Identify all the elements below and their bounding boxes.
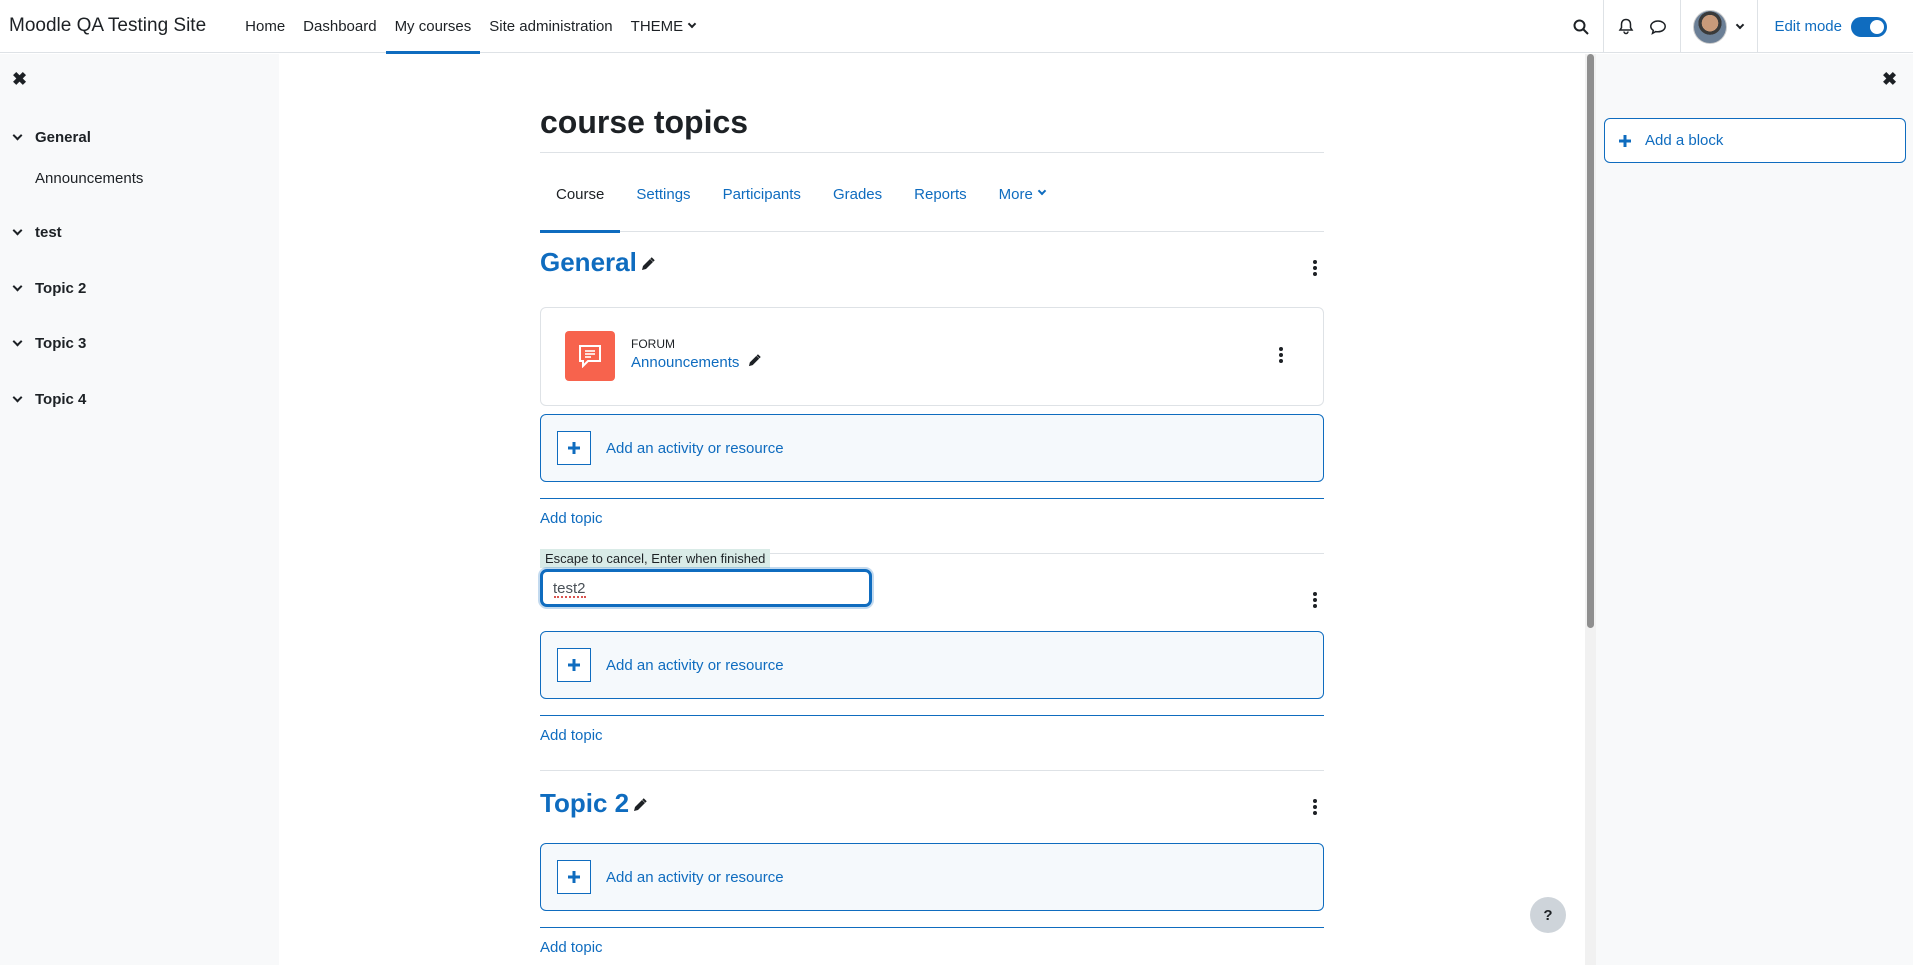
course-index-item-announcements[interactable]: Announcements [35,170,143,187]
divider [540,152,1324,153]
add-activity-button[interactable]: Add an activity or resource [540,843,1324,911]
course-index-section-label: test [35,224,62,241]
nav-my-courses[interactable]: My courses [385,0,481,54]
plus-icon [557,648,591,682]
help-button[interactable]: ? [1530,897,1566,933]
chevron-down-icon[interactable] [12,225,23,236]
tab-participants[interactable]: Participants [707,172,817,232]
section-menu-icon[interactable] [1305,795,1325,819]
block-drawer: ✖ Add a block [1596,54,1913,965]
section-title-general[interactable]: General [540,247,655,278]
add-topic-link[interactable]: Add topic [540,510,603,527]
site-brand[interactable]: Moodle QA Testing Site [9,15,206,37]
section-menu-icon[interactable] [1305,588,1325,612]
course-index-section-topic-2[interactable]: Topic 2 [12,280,87,297]
inplace-edit-hint: Escape to cancel, Enter when finished [540,549,771,568]
activity-type: FORUM [631,337,675,351]
course-index-section-test[interactable]: test [12,224,62,241]
tab-course[interactable]: Course [540,172,621,233]
nav-theme[interactable]: THEME [622,0,705,53]
section-title-text: Topic 2 [540,788,630,818]
plus-icon [557,431,591,465]
tab-settings[interactable]: Settings [620,172,706,232]
main-scrollbar[interactable] [1585,54,1596,965]
chevron-down-icon [687,19,697,29]
close-icon[interactable]: ✖ [12,69,27,90]
pencil-icon[interactable] [641,247,655,278]
edit-mode-switch[interactable]: Edit mode [1774,16,1887,37]
chevron-down-icon[interactable] [1736,20,1745,29]
primary-navigation: Home Dashboard My courses Site administr… [236,0,705,54]
course-index-drawer: ✖ General Announcements test Topic 2 Top… [0,54,279,965]
page-title: course topics [540,104,749,140]
course-index-section-label: Topic 2 [35,280,87,297]
add-topic-link[interactable]: Add topic [540,939,603,956]
add-activity-label: Add an activity or resource [606,439,784,457]
course-index-section-label: Topic 3 [35,335,87,352]
nav-site-administration[interactable]: Site administration [480,0,621,53]
navbar-tools: Edit mode [1565,0,1913,53]
course-index-section-topic-4[interactable]: Topic 4 [12,391,87,408]
forum-icon [565,331,615,381]
tab-reports[interactable]: Reports [898,172,983,232]
course-index-section-topic-3[interactable]: Topic 3 [12,335,87,352]
add-topic-link[interactable]: Add topic [540,727,603,744]
course-index-section-general[interactable]: General [12,129,91,146]
tab-more[interactable]: More [983,172,1061,232]
add-block-label: Add a block [1645,132,1724,149]
divider [1603,0,1605,53]
chevron-down-icon[interactable] [12,130,23,141]
close-icon[interactable]: ✖ [1882,69,1897,90]
course-index-section-label: General [35,129,91,146]
plus-icon [557,860,591,894]
top-navbar: Moodle QA Testing Site Home Dashboard My… [0,0,1913,54]
divider [1757,0,1759,53]
edit-mode-label: Edit mode [1774,18,1842,35]
chevron-down-icon[interactable] [12,392,23,403]
add-activity-button[interactable]: Add an activity or resource [540,414,1324,482]
divider [1680,0,1682,53]
chevron-down-icon[interactable] [12,281,23,292]
pencil-icon[interactable] [748,354,762,371]
chevron-down-icon[interactable] [12,336,23,347]
nav-theme-label: THEME [630,17,684,35]
section-name-input[interactable] [540,569,872,607]
edit-mode-toggle[interactable] [1851,16,1887,37]
add-activity-label: Add an activity or resource [606,656,784,674]
chevron-down-icon [1037,186,1047,196]
tab-grades[interactable]: Grades [817,172,898,232]
nav-dashboard[interactable]: Dashboard [294,0,385,53]
avatar[interactable] [1693,9,1728,44]
divider [540,715,1324,716]
plus-icon [1619,134,1631,147]
activity-name: Announcements [631,354,740,371]
tab-more-label: More [998,186,1033,203]
secondary-navigation: Course Settings Participants Grades Repo… [540,172,1324,233]
activity-name-link[interactable]: Announcements [631,354,762,371]
course-index-section-label: Topic 4 [35,391,87,408]
add-block-button[interactable]: Add a block [1604,118,1906,163]
bell-icon[interactable] [1610,11,1642,43]
divider [540,927,1324,928]
nav-home[interactable]: Home [236,0,294,53]
add-activity-label: Add an activity or resource [606,868,784,886]
add-activity-button[interactable]: Add an activity or resource [540,631,1324,699]
section-title-text: General [540,247,637,277]
activity-menu-icon[interactable] [1271,343,1291,367]
chat-bubble-icon[interactable] [1642,11,1674,43]
main-content: course topics Course Settings Participan… [279,54,1585,965]
divider [540,498,1324,499]
pencil-icon[interactable] [633,788,647,819]
divider [540,770,1324,771]
section-title-topic-2[interactable]: Topic 2 [540,788,647,819]
activity-card-forum: FORUM Announcements [540,307,1324,406]
search-icon[interactable] [1565,11,1597,43]
section-menu-icon[interactable] [1305,256,1325,280]
scrollbar-thumb[interactable] [1587,54,1594,628]
